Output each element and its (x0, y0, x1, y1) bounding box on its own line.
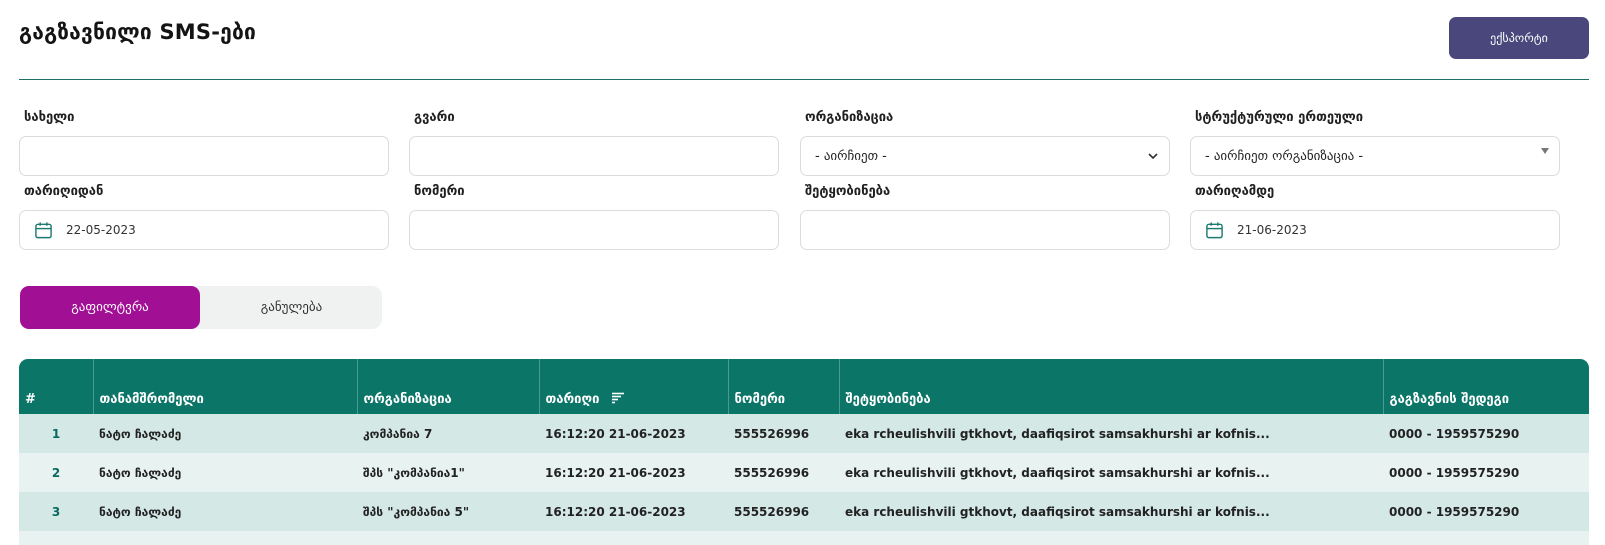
row-result: 0000 - 1959575290 (1383, 414, 1589, 453)
table-header-row: # თანამშრომელი ორგანიზაცია თარიღი ნომერი… (19, 359, 1589, 414)
row-date: 16:12:20 21-06-2023 (539, 453, 728, 492)
filter-button[interactable]: გაფილტვრა (20, 286, 200, 329)
date-to-value: 21-06-2023 (1237, 223, 1307, 237)
row-index: 2 (19, 453, 93, 492)
row-organization: კომპანია 7 (357, 414, 539, 453)
column-header-index[interactable]: # (19, 359, 94, 414)
date-from-label: თარიღიდან (24, 184, 104, 199)
column-header-employee[interactable]: თანამშრომელი (93, 359, 358, 414)
row-result: 0000 - 1959575290 (1383, 531, 1589, 545)
row-employee: ნატო ჩალაძე (93, 492, 357, 531)
column-header-result[interactable]: გაგზავნის შედეგი (1383, 359, 1589, 414)
organization-select[interactable]: - აირჩიეთ - (800, 136, 1170, 176)
row-message: eka rcheulishvili gtkhovt, daafiqsirot s… (839, 492, 1383, 531)
row-employee: ნატო ჩალაძე (93, 531, 357, 545)
structural-unit-selected-value: - აირჩიეთ ორგანიზაცია - (1205, 148, 1364, 164)
row-organization: შპს "კომპანია 3" (357, 531, 539, 545)
column-header-message[interactable]: შეტყობინება (839, 359, 1384, 414)
date-to-label: თარიღამდე (1195, 184, 1275, 199)
table-row[interactable]: 1 ნატო ჩალაძე კომპანია 7 16:12:20 21-06-… (19, 414, 1589, 453)
row-number: 555526996 (728, 492, 839, 531)
row-message: eka rcheulishvili gtkhovt, daafiqsirot s… (839, 414, 1383, 453)
sms-page: გაგზავნილი SMS-ები ექსპორტი სახელი გვარი… (0, 0, 1605, 545)
filter-actions: გაფილტვრა განულება (20, 286, 382, 329)
row-result: 0000 - 1959575290 (1383, 492, 1589, 531)
row-index: 3 (19, 492, 93, 531)
structural-unit-label: სტრუქტურული ერთეული (1195, 110, 1364, 125)
row-date: 16:12:20 21-06-2023 (539, 414, 728, 453)
calendar-icon (1206, 221, 1223, 238)
message-input[interactable] (800, 210, 1170, 250)
row-message: eka rcheulishvili gtkhovt, daafiqsirot s… (839, 531, 1383, 545)
row-number: 555526996 (728, 531, 839, 545)
last-name-label: გვარი (414, 110, 455, 125)
row-organization: შპს "კომპანია1" (357, 453, 539, 492)
row-organization: შპს "კომპანია 5" (357, 492, 539, 531)
row-result: 0000 - 1959575290 (1383, 453, 1589, 492)
column-header-date-label: თარიღი (545, 392, 600, 407)
last-name-input[interactable] (409, 136, 779, 176)
date-to-input[interactable]: 21-06-2023 (1190, 210, 1560, 250)
message-label: შეტყობინება (805, 184, 891, 199)
row-number: 555526996 (728, 414, 839, 453)
organization-label: ორგანიზაცია (805, 110, 894, 125)
structural-unit-select[interactable]: - აირჩიეთ ორგანიზაცია - (1190, 136, 1560, 176)
row-employee: ნატო ჩალაძე (93, 414, 357, 453)
row-number: 555526996 (728, 453, 839, 492)
first-name-input[interactable] (19, 136, 389, 176)
clear-button[interactable]: განულება (201, 286, 382, 329)
column-header-organization[interactable]: ორგანიზაცია (357, 359, 540, 414)
page-title: გაგზავნილი SMS-ები (19, 20, 257, 44)
row-employee: ნატო ჩალაძე (93, 453, 357, 492)
row-index: 1 (19, 414, 93, 453)
row-message: eka rcheulishvili gtkhovt, daafiqsirot s… (839, 453, 1383, 492)
caret-down-icon (1541, 148, 1549, 154)
page-header: გაგზავნილი SMS-ები ექსპორტი (19, 0, 1589, 80)
column-header-date[interactable]: თარიღი (539, 359, 729, 414)
export-button[interactable]: ექსპორტი (1449, 17, 1589, 59)
first-name-label: სახელი (24, 110, 75, 125)
row-date: 16:12:20 21-06-2023 (539, 492, 728, 531)
row-date: 16:12:20 21-06-2023 (539, 531, 728, 545)
sms-table: # თანამშრომელი ორგანიზაცია თარიღი ნომერი… (19, 359, 1589, 545)
table-row[interactable]: 3 ნატო ჩალაძე შპს "კომპანია 5" 16:12:20 … (19, 492, 1589, 531)
date-from-value: 22-05-2023 (66, 223, 136, 237)
chevron-down-icon (1148, 153, 1158, 160)
number-label: ნომერი (414, 184, 465, 199)
table-row[interactable]: 2 ნატო ჩალაძე შპს "კომპანია1" 16:12:20 2… (19, 453, 1589, 492)
number-input[interactable] (409, 210, 779, 250)
table-row[interactable]: 4 ნატო ჩალაძე შპს "კომპანია 3" 16:12:20 … (19, 531, 1589, 545)
date-from-input[interactable]: 22-05-2023 (19, 210, 389, 250)
organization-selected-value: - აირჩიეთ - (815, 148, 887, 164)
column-header-number[interactable]: ნომერი (728, 359, 840, 414)
sort-icon[interactable] (611, 392, 625, 404)
calendar-icon (35, 221, 52, 238)
row-index: 4 (19, 531, 93, 545)
